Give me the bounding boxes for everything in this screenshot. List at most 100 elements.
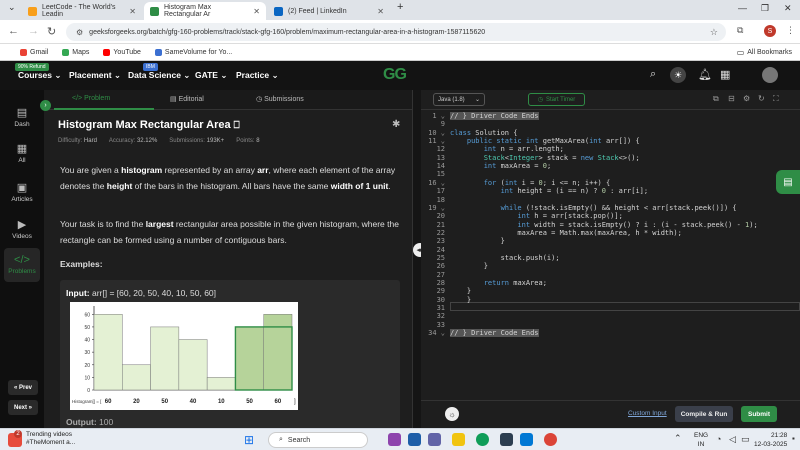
menu-data-science[interactable]: Data Science ⌄	[128, 70, 190, 81]
code-editor[interactable]: 1 ⌄ // } Driver Code Ends 9 10 ⌄ class Solut…	[421, 110, 800, 400]
bookmark-star-icon[interactable]: ☆	[710, 27, 718, 38]
line-number: 22	[436, 228, 445, 237]
language-select[interactable]: Java (1.8) ⌄	[433, 93, 485, 106]
menu-gate[interactable]: GATE ⌄	[195, 70, 227, 81]
output-label: Output:	[66, 417, 97, 427]
next-button[interactable]: Next »	[8, 400, 38, 415]
more-menu-icon[interactable]: ⋮	[786, 25, 795, 36]
expand-rail-icon[interactable]: ›	[40, 100, 51, 111]
maximize-button[interactable]: ❐	[761, 3, 769, 14]
rail-item-articles[interactable]: ▣ Articles	[4, 181, 40, 203]
y-tick-label: 60	[84, 312, 90, 318]
taskbar-app-icon[interactable]	[408, 433, 421, 446]
system-clock[interactable]: 21:28 12-03-2025	[754, 431, 787, 449]
tab-search-icon[interactable]: ⌄	[8, 2, 16, 13]
chrome-icon[interactable]	[544, 433, 557, 446]
taskbar-app-icon[interactable]	[388, 433, 401, 446]
grid-apps-icon[interactable]: ▦	[720, 68, 730, 81]
extensions-icon[interactable]: ⧉	[737, 25, 743, 36]
x-tick-label: 10	[218, 399, 225, 405]
rail-label: Videos	[12, 233, 32, 240]
menu-practice[interactable]: Practice ⌄	[236, 70, 279, 81]
menu-label: Data Science	[128, 70, 181, 80]
tab-problem[interactable]: </> Problem	[72, 95, 110, 102]
forward-icon[interactable]: →	[28, 25, 39, 37]
start-timer-button[interactable]: ◷ Start Timer	[528, 93, 585, 106]
format-icon[interactable]: ⊟	[728, 94, 735, 103]
volume-icon[interactable]: ◁	[729, 434, 736, 445]
close-window-button[interactable]: ✕	[784, 3, 792, 14]
reload-icon[interactable]: ↻	[47, 25, 56, 38]
prev-button[interactable]: « Prev	[8, 380, 38, 395]
battery-icon[interactable]: ▭	[741, 434, 750, 445]
theme-toggle-icon[interactable]: ☀	[670, 67, 686, 83]
bookmark-icon[interactable]: ⎕	[234, 120, 240, 131]
bug-report-icon[interactable]: ✱	[392, 119, 400, 130]
taskbar-app-icon[interactable]	[520, 433, 533, 446]
gfg-logo[interactable]: GG	[383, 66, 407, 84]
bookmark-gmail[interactable]: Gmail	[20, 48, 49, 56]
compile-run-button[interactable]: Compile & Run	[675, 406, 733, 422]
all-bookmarks-button[interactable]: ▭ All Bookmarks	[737, 48, 792, 57]
code-icon: </>	[14, 254, 30, 266]
code-line: int width = stack.isEmpty() ? i : (i - s…	[517, 220, 758, 229]
close-icon[interactable]: ✕	[253, 7, 260, 16]
rail-item-problems[interactable]: </> Problems	[4, 248, 40, 282]
profile-avatar[interactable]: S	[764, 25, 776, 37]
chevron-up-icon[interactable]: ⌃	[674, 433, 682, 444]
line-number: 10 ⌄	[428, 128, 445, 137]
bell-icon[interactable]: 🔔︎	[698, 68, 712, 81]
bookmark-maps[interactable]: Maps	[62, 48, 89, 56]
menu-courses[interactable]: Courses ⌄	[18, 70, 62, 81]
settings-icon[interactable]: ⚙	[743, 94, 750, 103]
code-line: int h = arr[stack.pop()];	[517, 212, 623, 221]
edge-icon[interactable]	[476, 433, 489, 446]
desc-text: You are given a	[60, 165, 122, 175]
search-icon[interactable]: ⌕	[650, 68, 656, 81]
tab-editorial[interactable]: ▤ Editorial	[170, 95, 204, 103]
tab-title: (2) Feed | LinkedIn	[288, 7, 347, 15]
close-icon[interactable]: ✕	[129, 7, 136, 16]
notification-bell-icon[interactable]: ▪	[792, 434, 795, 443]
rail-item-all[interactable]: ▦ All	[4, 142, 40, 164]
x-tick-label: 50	[246, 399, 253, 405]
browser-tab-gfg[interactable]: Histogram Max Rectangular Ar ✕	[144, 2, 266, 20]
windows-start-icon[interactable]: ⊞	[244, 433, 254, 447]
taskbar-app-icon[interactable]	[500, 433, 513, 446]
line-number: 34 ⌄	[428, 329, 445, 338]
rail-item-videos[interactable]: ▶ Videos	[4, 218, 40, 240]
chat-icon[interactable]: ▤	[776, 170, 800, 194]
browser-tab-linkedin[interactable]: (2) Feed | LinkedIn ✕	[268, 2, 390, 20]
submit-button[interactable]: Submit	[741, 406, 777, 422]
minimize-button[interactable]: —	[738, 3, 747, 13]
language-indicator[interactable]: ENG IN	[694, 431, 708, 449]
custom-input-link[interactable]: Custom Input	[628, 410, 667, 417]
new-tab-button[interactable]: +	[397, 1, 403, 13]
reset-icon[interactable]: ↻	[758, 94, 765, 103]
tab-submissions[interactable]: ◷ Submissions	[256, 95, 304, 103]
teams-icon[interactable]	[428, 433, 441, 446]
url-bar[interactable]: ⚙ geeksforgeeks.org/batch/gfg-160-proble…	[66, 23, 726, 41]
bulb-icon[interactable]: ☼	[445, 407, 459, 421]
code-line: while (!stack.isEmpty() && height < arr[…	[500, 203, 737, 212]
copy-icon[interactable]: ⧉	[713, 94, 719, 104]
user-avatar[interactable]	[762, 67, 778, 83]
browser-tab-leetcode[interactable]: LeetCode - The World's Leadin ✕	[22, 2, 142, 20]
language-value: Java (1.8)	[438, 96, 465, 103]
bookmark-label: Gmail	[30, 48, 49, 56]
close-icon[interactable]: ✕	[377, 7, 384, 16]
taskbar-search[interactable]: ⌕ Search	[268, 432, 368, 448]
bookmark-youtube[interactable]: YouTube	[103, 48, 141, 56]
trending-widget[interactable]: Trending videos #TheMoment a...	[26, 431, 75, 447]
site-info-icon[interactable]: ⚙	[76, 28, 83, 37]
back-icon[interactable]: ←	[8, 25, 19, 37]
chevron-down-icon: ⌄	[474, 97, 480, 103]
fullscreen-icon[interactable]: ⛶	[773, 94, 779, 104]
bookmark-samevolume[interactable]: SameVolume for Yo...	[154, 48, 232, 56]
file-explorer-icon[interactable]	[452, 433, 465, 446]
wifi-icon[interactable]: ◔	[716, 434, 721, 444]
rail-item-dash[interactable]: ▤ Dash	[4, 106, 40, 128]
code-line: maxArea = Math.max(maxArea, h * width);	[450, 228, 682, 237]
panel-divider[interactable]	[412, 90, 421, 428]
menu-placement[interactable]: Placement ⌄	[69, 70, 121, 81]
